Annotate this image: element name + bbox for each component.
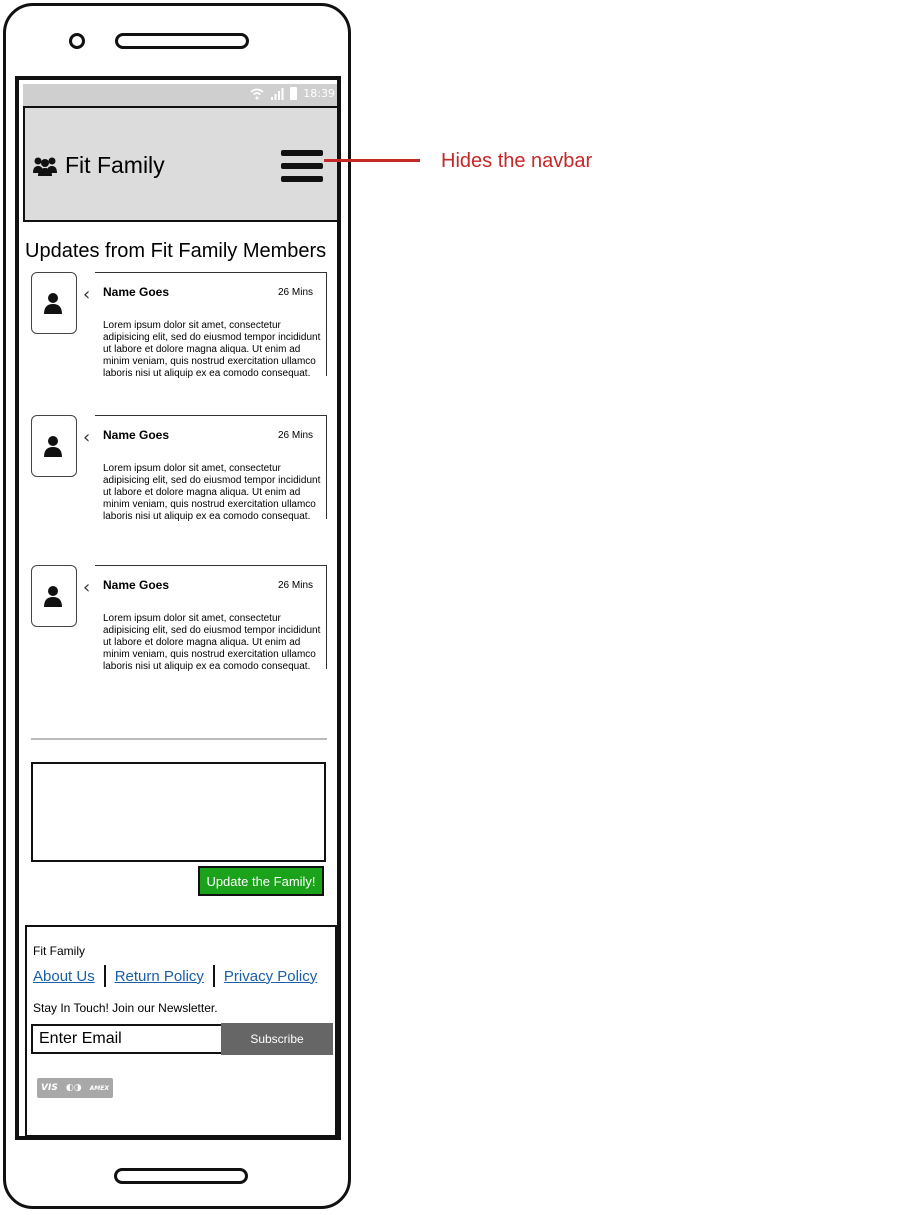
payment-logos: VIS ◐◑ AMEX	[37, 1078, 113, 1098]
footer-link-about-us[interactable]: About Us	[33, 968, 95, 985]
status-time: 18:39	[303, 87, 335, 100]
link-separator	[103, 965, 106, 987]
post-text: Lorem ipsum dolor sit amet, consectetur …	[103, 320, 321, 379]
update-post: ‹ Name Goes 26 Mins Lorem ipsum dolor si…	[31, 565, 327, 689]
newsletter-text: Stay In Touch! Join our Newsletter.	[33, 1001, 218, 1015]
link-separator	[212, 965, 215, 987]
mastercard-icon: ◐◑	[65, 1083, 82, 1093]
update-family-button[interactable]: Update the Family!	[198, 866, 324, 896]
callout-line	[324, 159, 420, 162]
wifi-icon	[250, 88, 264, 99]
update-post: ‹ Name Goes 26 Mins Lorem ipsum dolor si…	[31, 272, 327, 396]
chevron-left-icon: ‹	[83, 577, 91, 598]
chevron-left-icon: ‹	[83, 284, 91, 305]
footer-brand: Fit Family	[33, 944, 85, 958]
amex-icon: AMEX	[89, 1084, 109, 1092]
subscribe-button[interactable]: Subscribe	[221, 1023, 333, 1055]
footer-links: About Us Return Policy Privacy Policy	[33, 965, 317, 987]
email-field[interactable]	[31, 1024, 223, 1054]
user-icon	[44, 436, 62, 457]
avatar[interactable]	[31, 415, 77, 477]
status-indicators: 18:39	[250, 87, 335, 100]
footer-link-return-policy[interactable]: Return Policy	[115, 968, 204, 985]
home-button[interactable]	[114, 1168, 248, 1184]
status-bar: 18:39	[23, 84, 337, 106]
phone-screen: 18:39 Fit Family Updates from Fit Family…	[15, 76, 341, 1140]
camera-icon	[69, 33, 85, 49]
visa-icon: VIS	[41, 1083, 58, 1093]
post-time: 26 Mins	[278, 580, 314, 591]
hamburger-menu-icon[interactable]	[281, 150, 323, 186]
post-text: Lorem ipsum dolor sit amet, consectetur …	[103, 613, 321, 672]
update-textarea[interactable]	[31, 762, 326, 862]
chevron-left-icon: ‹	[83, 427, 91, 448]
brand[interactable]: Fit Family	[33, 152, 165, 179]
page-title: Updates from Fit Family Members	[25, 240, 327, 262]
users-icon	[33, 157, 57, 176]
user-icon	[44, 586, 62, 607]
post-text: Lorem ipsum dolor sit amet, consectetur …	[103, 463, 321, 522]
post-author: Name Goes	[103, 285, 170, 299]
post-time: 26 Mins	[278, 430, 314, 441]
post-author: Name Goes	[103, 428, 170, 442]
footer: Fit Family About Us Return Policy Privac…	[25, 925, 337, 1136]
speaker-grille	[115, 33, 249, 49]
user-icon	[44, 293, 62, 314]
avatar[interactable]	[31, 565, 77, 627]
brand-name: Fit Family	[65, 152, 165, 178]
battery-icon	[290, 87, 298, 100]
divider	[31, 738, 327, 740]
app-header: Fit Family	[23, 106, 337, 222]
update-post: ‹ Name Goes 26 Mins Lorem ipsum dolor si…	[31, 415, 327, 539]
post-author: Name Goes	[103, 578, 170, 592]
footer-link-privacy-policy[interactable]: Privacy Policy	[224, 968, 317, 985]
avatar[interactable]	[31, 272, 77, 334]
callout-annotation: Hides the navbar	[441, 150, 593, 172]
post-time: 26 Mins	[278, 287, 314, 298]
signal-icon	[271, 87, 284, 100]
